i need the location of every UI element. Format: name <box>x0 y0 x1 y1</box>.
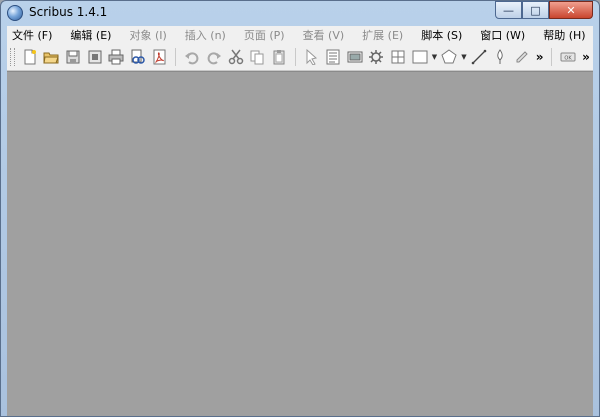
text-frame-button[interactable] <box>323 47 343 67</box>
close-document-button[interactable] <box>85 47 105 67</box>
image-frame-icon <box>347 51 363 63</box>
table-button[interactable] <box>388 47 408 67</box>
menu-windows[interactable]: 窗口 (W) <box>475 27 530 43</box>
close-document-icon <box>88 50 102 64</box>
pen-icon <box>497 49 504 64</box>
toolbar-separator <box>175 48 177 66</box>
scribus-logo-icon[interactable] <box>7 5 23 21</box>
main-toolbar: ▼ ▼ » OK » <box>7 44 593 71</box>
maximize-button[interactable]: □ <box>522 1 549 19</box>
copy-button[interactable] <box>247 47 267 67</box>
freehand-button[interactable] <box>512 47 532 67</box>
svg-text:OK: OK <box>565 56 573 62</box>
scissors-icon <box>228 49 243 65</box>
folder-open-icon <box>43 52 60 64</box>
save-button[interactable] <box>63 47 83 67</box>
polygon-dropdown[interactable]: ▼ <box>460 47 468 67</box>
gear-icon <box>369 50 384 64</box>
paste-button[interactable] <box>269 47 289 67</box>
select-tool-button[interactable] <box>302 47 322 67</box>
text-frame-icon <box>326 49 340 65</box>
pointer-icon <box>306 49 318 65</box>
toolbar-grip[interactable] <box>10 48 15 66</box>
cut-button[interactable] <box>226 47 246 67</box>
menu-edit[interactable]: 编辑 (E) <box>65 27 116 43</box>
open-button[interactable] <box>42 47 62 67</box>
toolbar-separator <box>294 48 296 66</box>
redo-icon <box>207 52 221 65</box>
toolbar-overflow-button-2[interactable]: » <box>579 47 593 67</box>
bezier-button[interactable] <box>490 47 510 67</box>
menu-file[interactable]: 文件 (F) <box>7 27 57 43</box>
toolbar-overflow-button[interactable]: » <box>533 47 547 67</box>
export-pdf-button[interactable] <box>150 47 170 67</box>
menu-extras[interactable]: 扩展 (E) <box>357 27 408 43</box>
toolbar-separator <box>551 48 553 66</box>
window-title: Scribus 1.4.1 <box>29 5 108 19</box>
pdf-tools-button[interactable]: OK <box>558 47 578 67</box>
menu-script[interactable]: 脚本 (S) <box>416 27 467 43</box>
menu-insert[interactable]: 插入 (n) <box>180 27 231 43</box>
menu-view[interactable]: 查看 (V) <box>298 27 350 43</box>
app-window: Scribus 1.4.1 — □ ✕ 文件 (F) 编辑 (E) 对象 (I)… <box>0 0 600 417</box>
menu-object[interactable]: 对象 (I) <box>124 27 171 43</box>
minimize-button[interactable]: — <box>495 1 522 19</box>
menu-page[interactable]: 页面 (P) <box>239 27 290 43</box>
clipboard-icon <box>273 50 285 65</box>
image-frame-button[interactable] <box>345 47 365 67</box>
preflight-button[interactable] <box>128 47 148 67</box>
line-icon <box>471 49 486 65</box>
polygon-button[interactable] <box>439 47 459 67</box>
pencil-icon <box>516 51 528 63</box>
new-document-button[interactable] <box>20 47 40 67</box>
undo-button[interactable] <box>182 47 202 67</box>
menu-help[interactable]: 帮助 (H) <box>538 27 590 43</box>
new-document-icon <box>24 49 36 65</box>
print-button[interactable] <box>107 47 127 67</box>
document-workspace[interactable] <box>7 71 593 416</box>
shape-dropdown[interactable]: ▼ <box>430 47 438 67</box>
render-frame-button[interactable] <box>367 47 387 67</box>
title-bar[interactable]: Scribus 1.4.1 — □ ✕ <box>1 1 599 25</box>
preflight-icon <box>131 49 145 64</box>
undo-icon <box>185 52 199 65</box>
save-icon <box>66 50 80 64</box>
line-button[interactable] <box>469 47 489 67</box>
copy-icon <box>250 50 264 65</box>
ok-button-icon: OK <box>560 52 576 62</box>
redo-button[interactable] <box>204 47 224 67</box>
shape-button[interactable] <box>410 47 430 67</box>
pentagon-icon <box>441 49 457 64</box>
close-button[interactable]: ✕ <box>549 1 593 19</box>
rectangle-icon <box>412 50 428 64</box>
pdf-icon <box>153 49 166 65</box>
printer-icon <box>108 49 124 65</box>
menu-bar: 文件 (F) 编辑 (E) 对象 (I) 插入 (n) 页面 (P) 查看 (V… <box>7 26 593 45</box>
table-icon <box>391 50 405 64</box>
